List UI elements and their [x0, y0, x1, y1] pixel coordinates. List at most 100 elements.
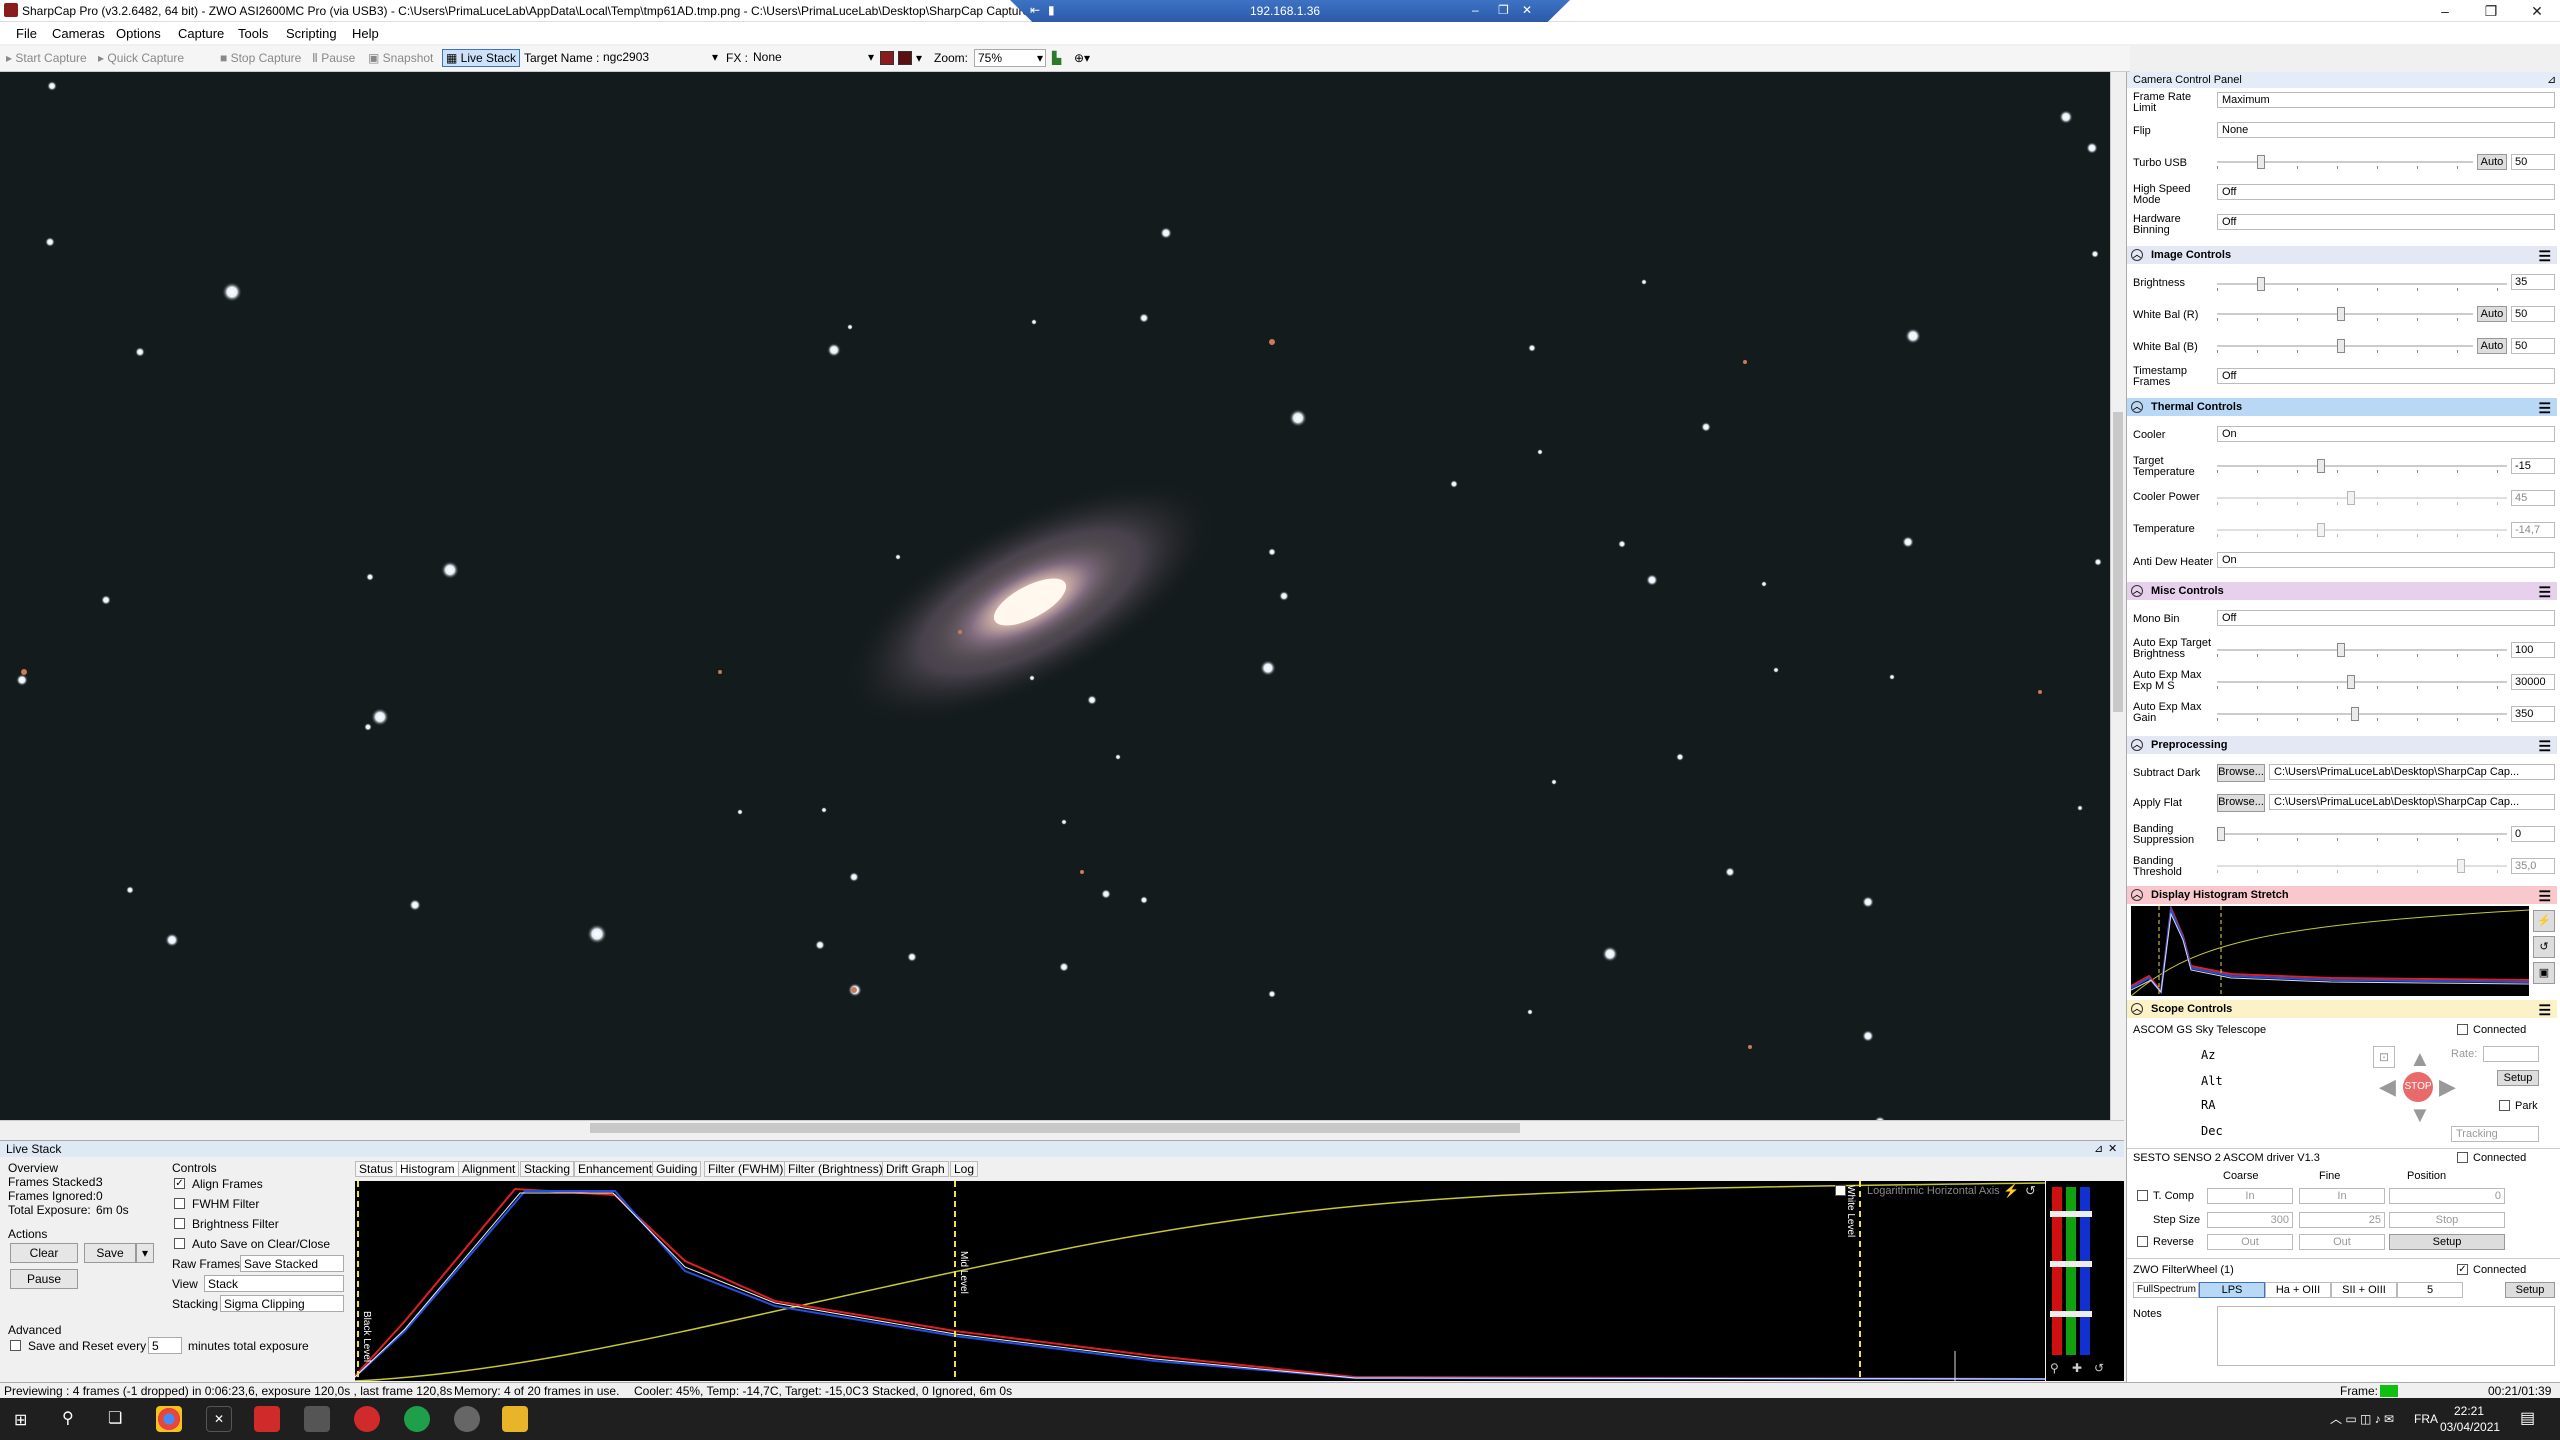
scroll-thumb[interactable] — [2113, 412, 2123, 712]
menu-icon[interactable]: ☰ — [2538, 737, 2551, 755]
collapse-icon[interactable]: ︿ — [2131, 1003, 2143, 1015]
app-x-icon[interactable]: ✕ — [206, 1406, 232, 1432]
fine-out-button[interactable]: Out — [2299, 1234, 2385, 1250]
banding-suppression-value[interactable]: 0 — [2511, 826, 2555, 842]
timestamp-frames-select[interactable]: Off — [2217, 368, 2555, 384]
collapse-icon[interactable]: ︿ — [2131, 585, 2143, 597]
section-thermal-controls[interactable]: ︿ Thermal Controls ☰ — [2127, 398, 2557, 416]
remote-close-icon[interactable]: ✕ — [1522, 3, 1532, 17]
save-reset-checkbox[interactable] — [10, 1340, 21, 1351]
coarse-step-input[interactable]: 300 — [2207, 1212, 2293, 1228]
auto-exp-max-gain-value[interactable]: 350 — [2511, 706, 2555, 722]
chevron-down-icon[interactable]: ▾ — [136, 1243, 154, 1263]
menu-file[interactable]: File — [16, 26, 37, 41]
collapse-icon[interactable]: ︿ — [2131, 739, 2143, 751]
fine-step-input[interactable]: 25 — [2299, 1212, 2385, 1228]
tab-histogram[interactable]: Histogram — [396, 1161, 459, 1177]
reset-icon[interactable]: ↺ — [2533, 936, 2555, 958]
banding-threshold-value[interactable]: 35,0 — [2511, 858, 2555, 874]
pause-stack-button[interactable]: Pause — [10, 1269, 78, 1289]
rate-select[interactable] — [2483, 1046, 2539, 1062]
histogram-icon[interactable]: ▙ — [1052, 51, 1061, 65]
coarse-out-button[interactable]: Out — [2207, 1234, 2293, 1250]
raw-frames-select[interactable]: Save Stacked — [240, 1255, 344, 1272]
fwhm-filter-checkbox[interactable] — [174, 1198, 185, 1209]
turbo-usb-slider[interactable] — [2217, 154, 2473, 170]
filter-sii-oiii[interactable]: SII + OIII — [2331, 1282, 2397, 1298]
slider-knob[interactable] — [2337, 307, 2345, 321]
scroll-thumb[interactable] — [590, 1123, 1520, 1133]
chevron-down-icon[interactable]: ▾ — [916, 51, 922, 65]
hardware-binning-select[interactable]: Off — [2217, 214, 2555, 230]
auto-exp-target-value[interactable]: 100 — [2511, 642, 2555, 658]
menu-icon[interactable]: ☰ — [2538, 887, 2551, 905]
menu-scripting[interactable]: Scripting — [286, 26, 337, 41]
save-icon[interactable]: ▣ — [2533, 962, 2555, 984]
clock-date[interactable]: 03/04/2021 — [2440, 1420, 2500, 1434]
display-histogram[interactable] — [2130, 904, 2530, 997]
sharpcap-taskbar-icon[interactable] — [304, 1406, 330, 1432]
menu-icon[interactable]: ☰ — [2538, 583, 2551, 601]
target-app-icon[interactable] — [354, 1406, 380, 1432]
auto-exp-max-exp-slider[interactable] — [2217, 674, 2507, 690]
arrow-left-icon[interactable]: ◀ — [2379, 1074, 2396, 1100]
collapse-icon[interactable]: ︿ — [2131, 401, 2143, 413]
notes-textarea[interactable] — [2217, 1306, 2555, 1366]
color-balance-sliders[interactable]: ⚲ ✚ ↺ — [2046, 1181, 2124, 1381]
dark-square-icon[interactable] — [898, 51, 912, 65]
focuser-stop-button[interactable]: Stop — [2389, 1212, 2505, 1228]
close-icon[interactable]: ✕ — [2514, 0, 2560, 22]
menu-options[interactable]: Options — [116, 26, 161, 41]
banding-suppression-slider[interactable] — [2217, 826, 2507, 842]
arrow-up-icon[interactable]: ▲ — [2409, 1046, 2431, 1072]
tab-status[interactable]: Status — [355, 1161, 398, 1177]
brightness-slider[interactable] — [2217, 276, 2507, 292]
tab-guiding[interactable]: Guiding — [652, 1161, 702, 1177]
slider-knob[interactable] — [2317, 459, 2325, 473]
reset-icon[interactable]: ↺ — [2094, 1361, 2104, 1375]
park-checkbox[interactable] — [2499, 1100, 2510, 1111]
zoom-select[interactable]: 75% ▾ — [974, 49, 1046, 67]
green-app-icon[interactable] — [404, 1406, 430, 1432]
arrow-down-icon[interactable]: ▼ — [2409, 1102, 2431, 1128]
chrome-icon[interactable] — [156, 1406, 182, 1432]
frame-rate-select[interactable]: Maximum — [2217, 92, 2555, 108]
filterwheel-setup-button[interactable]: Setup — [2505, 1282, 2555, 1298]
section-scope-controls[interactable]: ︿ Scope Controls ☰ — [2127, 1000, 2557, 1018]
auto-exp-target-slider[interactable] — [2217, 642, 2507, 658]
filter-5[interactable]: 5 — [2397, 1282, 2463, 1298]
minimize-icon[interactable]: – — [2422, 0, 2468, 22]
start-capture-button[interactable]: ▸ Start Capture — [6, 51, 87, 65]
maximize-icon[interactable]: ❐ — [2468, 0, 2514, 22]
focuser-setup-button[interactable]: Setup — [2389, 1234, 2505, 1250]
filter-ha-oiii[interactable]: Ha + OIII — [2265, 1282, 2331, 1298]
menu-icon[interactable]: ☰ — [2538, 399, 2551, 417]
tab-filter-fwhm[interactable]: Filter (FWHM) — [704, 1161, 788, 1177]
tab-alignment[interactable]: Alignment — [458, 1161, 520, 1177]
tab-log[interactable]: Log — [950, 1161, 979, 1177]
stop-slew-button[interactable]: STOP — [2403, 1072, 2433, 1102]
gray-app-icon[interactable] — [454, 1406, 480, 1432]
arrow-right-icon[interactable]: ▶ — [2439, 1074, 2456, 1100]
slider-knob[interactable] — [2217, 827, 2225, 841]
file-explorer-icon[interactable] — [502, 1406, 528, 1432]
white-bal-b-value[interactable]: 50 — [2511, 338, 2555, 354]
notification-icon[interactable]: ▤ — [2520, 1408, 2535, 1428]
zoom-tool-icon[interactable]: ⊕▾ — [1074, 51, 1090, 65]
language-indicator[interactable]: FRA — [2414, 1412, 2438, 1426]
menu-help[interactable]: Help — [352, 26, 379, 41]
slider-knob[interactable] — [2337, 339, 2345, 353]
turbo-usb-auto-button[interactable]: Auto — [2477, 154, 2507, 170]
remote-restore-icon[interactable]: ❐ — [1498, 3, 1509, 17]
turbo-usb-value[interactable]: 50 — [2511, 154, 2555, 170]
pin-icon[interactable]: ⇤ — [1030, 3, 1040, 17]
white-bal-b-slider[interactable] — [2217, 338, 2473, 354]
red-square-icon[interactable] — [880, 51, 894, 65]
search-icon[interactable]: ⚲ — [62, 1408, 74, 1428]
auto-stretch-icon[interactable]: ⚡ — [2533, 910, 2555, 932]
slider-knob[interactable] — [2347, 675, 2355, 689]
tab-filter-brightness[interactable]: Filter (Brightness) — [784, 1161, 887, 1177]
filter-lps[interactable]: LPS — [2199, 1282, 2265, 1298]
stop-capture-button[interactable]: ■ Stop Capture — [220, 51, 301, 65]
pause-button[interactable]: Ⅱ Pause — [312, 51, 355, 65]
